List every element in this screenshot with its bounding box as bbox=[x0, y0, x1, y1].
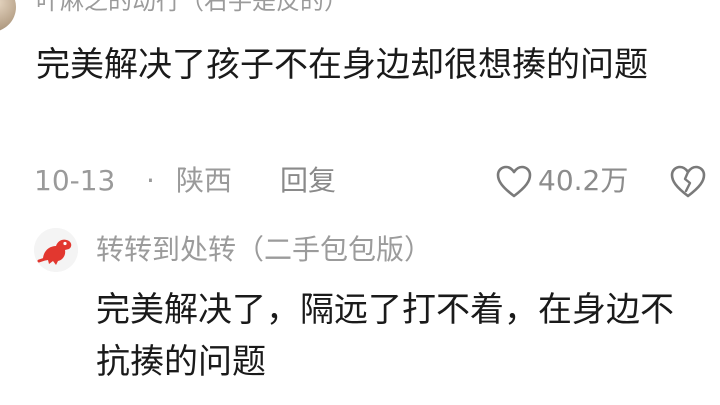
meta-separator: · bbox=[146, 164, 155, 197]
comment-date: 10-13 bbox=[34, 164, 116, 197]
comment-location: 陕西 bbox=[176, 164, 233, 197]
heart-outline-icon[interactable] bbox=[496, 165, 532, 199]
like-count: 40.2万 bbox=[538, 164, 629, 197]
comment-username[interactable]: 叶麻之的动行（右手是反的） bbox=[36, 0, 348, 14]
main-comment: 叶麻之的动行（右手是反的） 完美解决了孩子不在身边却很想揍的问题 10-13 ·… bbox=[0, 0, 720, 210]
reply-button[interactable]: 回复 bbox=[280, 164, 336, 198]
comment-meta: 10-13 · 陕西 回复 40.2万 bbox=[34, 164, 714, 198]
broken-heart-icon[interactable] bbox=[670, 165, 706, 199]
reply-content[interactable]: 完美解决了，隔远了打不着，在身边不抗揍的问题 bbox=[96, 284, 696, 388]
comment-content[interactable]: 完美解决了孩子不在身边却很想揍的问题 bbox=[36, 40, 696, 90]
red-dinosaur-avatar[interactable] bbox=[34, 228, 78, 272]
reply-comment: 转转到处转（二手包包版） 完美解决了，隔远了打不着，在身边不抗揍的问题 bbox=[0, 220, 720, 405]
avatar[interactable] bbox=[0, 0, 16, 32]
reply-username[interactable]: 转转到处转（二手包包版） bbox=[96, 232, 432, 268]
dinosaur-icon bbox=[34, 228, 78, 272]
